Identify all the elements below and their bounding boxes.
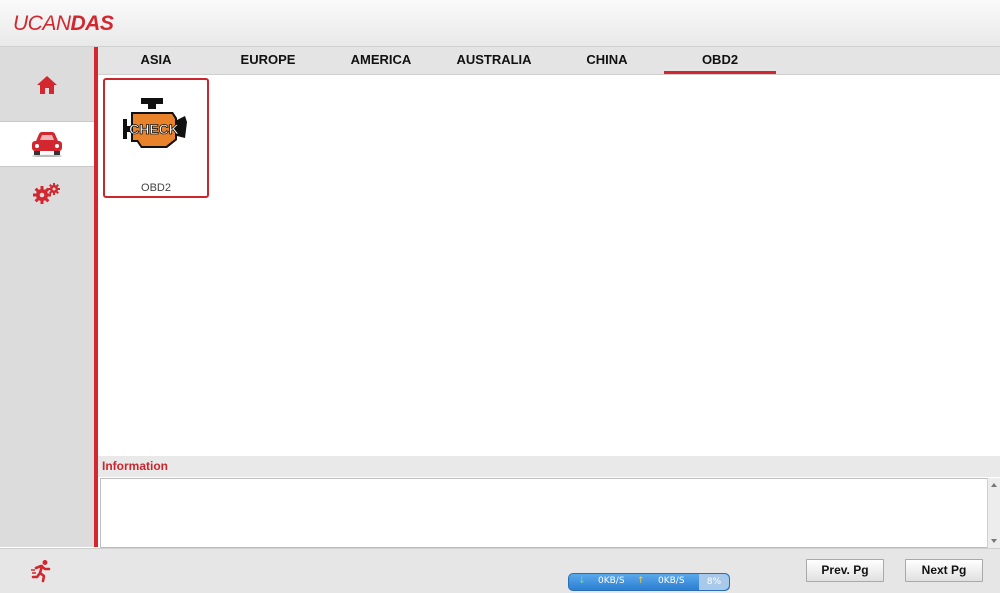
upload-speed: 0KB/S — [658, 576, 685, 586]
sidebar-item-vehicles[interactable] — [0, 121, 94, 167]
bottom-bar: ↓ 0KB/S ↑ 0KB/S 8% Prev. Pg Next Pg — [0, 548, 1000, 593]
content-area: CHECK OBD2 — [98, 75, 1000, 456]
network-status: ↓ 0KB/S ↑ 0KB/S 8% — [568, 573, 730, 591]
download-arrow-icon: ↓ — [578, 576, 586, 586]
region-tabs: ASIA EUROPE AMERICA AUSTRALIA CHINA OBD2 — [98, 47, 1000, 75]
car-icon — [32, 132, 62, 157]
check-engine-icon: CHECK — [123, 98, 187, 148]
gears-icon — [33, 183, 60, 204]
tile-obd2[interactable]: CHECK OBD2 — [103, 78, 209, 198]
scroll-down-icon[interactable] — [991, 539, 997, 543]
scroll-up-icon[interactable] — [991, 483, 997, 487]
exit-button[interactable] — [30, 559, 54, 588]
tab-america[interactable]: AMERICA — [325, 47, 437, 71]
tab-obd2[interactable]: OBD2 — [664, 47, 776, 74]
tab-europe[interactable]: EUROPE — [212, 47, 324, 71]
sidebar-item-settings[interactable] — [0, 171, 94, 215]
sidebar-item-home[interactable] — [0, 63, 94, 107]
information-scrollbar[interactable] — [987, 478, 1000, 548]
title-bar: UCANDAS — [0, 0, 1000, 47]
tab-asia[interactable]: ASIA — [100, 47, 212, 71]
tile-label: OBD2 — [141, 182, 171, 194]
tab-china[interactable]: CHINA — [551, 47, 663, 71]
upload-arrow-icon: ↑ — [637, 576, 645, 586]
home-icon — [37, 76, 57, 94]
progress-percent: 8% — [699, 574, 729, 590]
prev-page-button[interactable]: Prev. Pg — [806, 559, 884, 582]
information-title: Information — [102, 459, 168, 473]
logo-light-text: UCAN — [13, 12, 71, 35]
running-man-icon — [31, 560, 51, 583]
check-engine-text: CHECK — [129, 121, 179, 137]
next-page-button[interactable]: Next Pg — [905, 559, 983, 582]
sidebar — [0, 47, 94, 547]
logo-bold-text: DAS — [70, 12, 114, 35]
download-speed: 0KB/S — [598, 576, 625, 586]
tab-australia[interactable]: AUSTRALIA — [438, 47, 550, 71]
information-header: Information — [98, 456, 1000, 477]
information-textbox[interactable] — [100, 478, 988, 548]
app-logo: UCANDAS — [13, 12, 114, 36]
